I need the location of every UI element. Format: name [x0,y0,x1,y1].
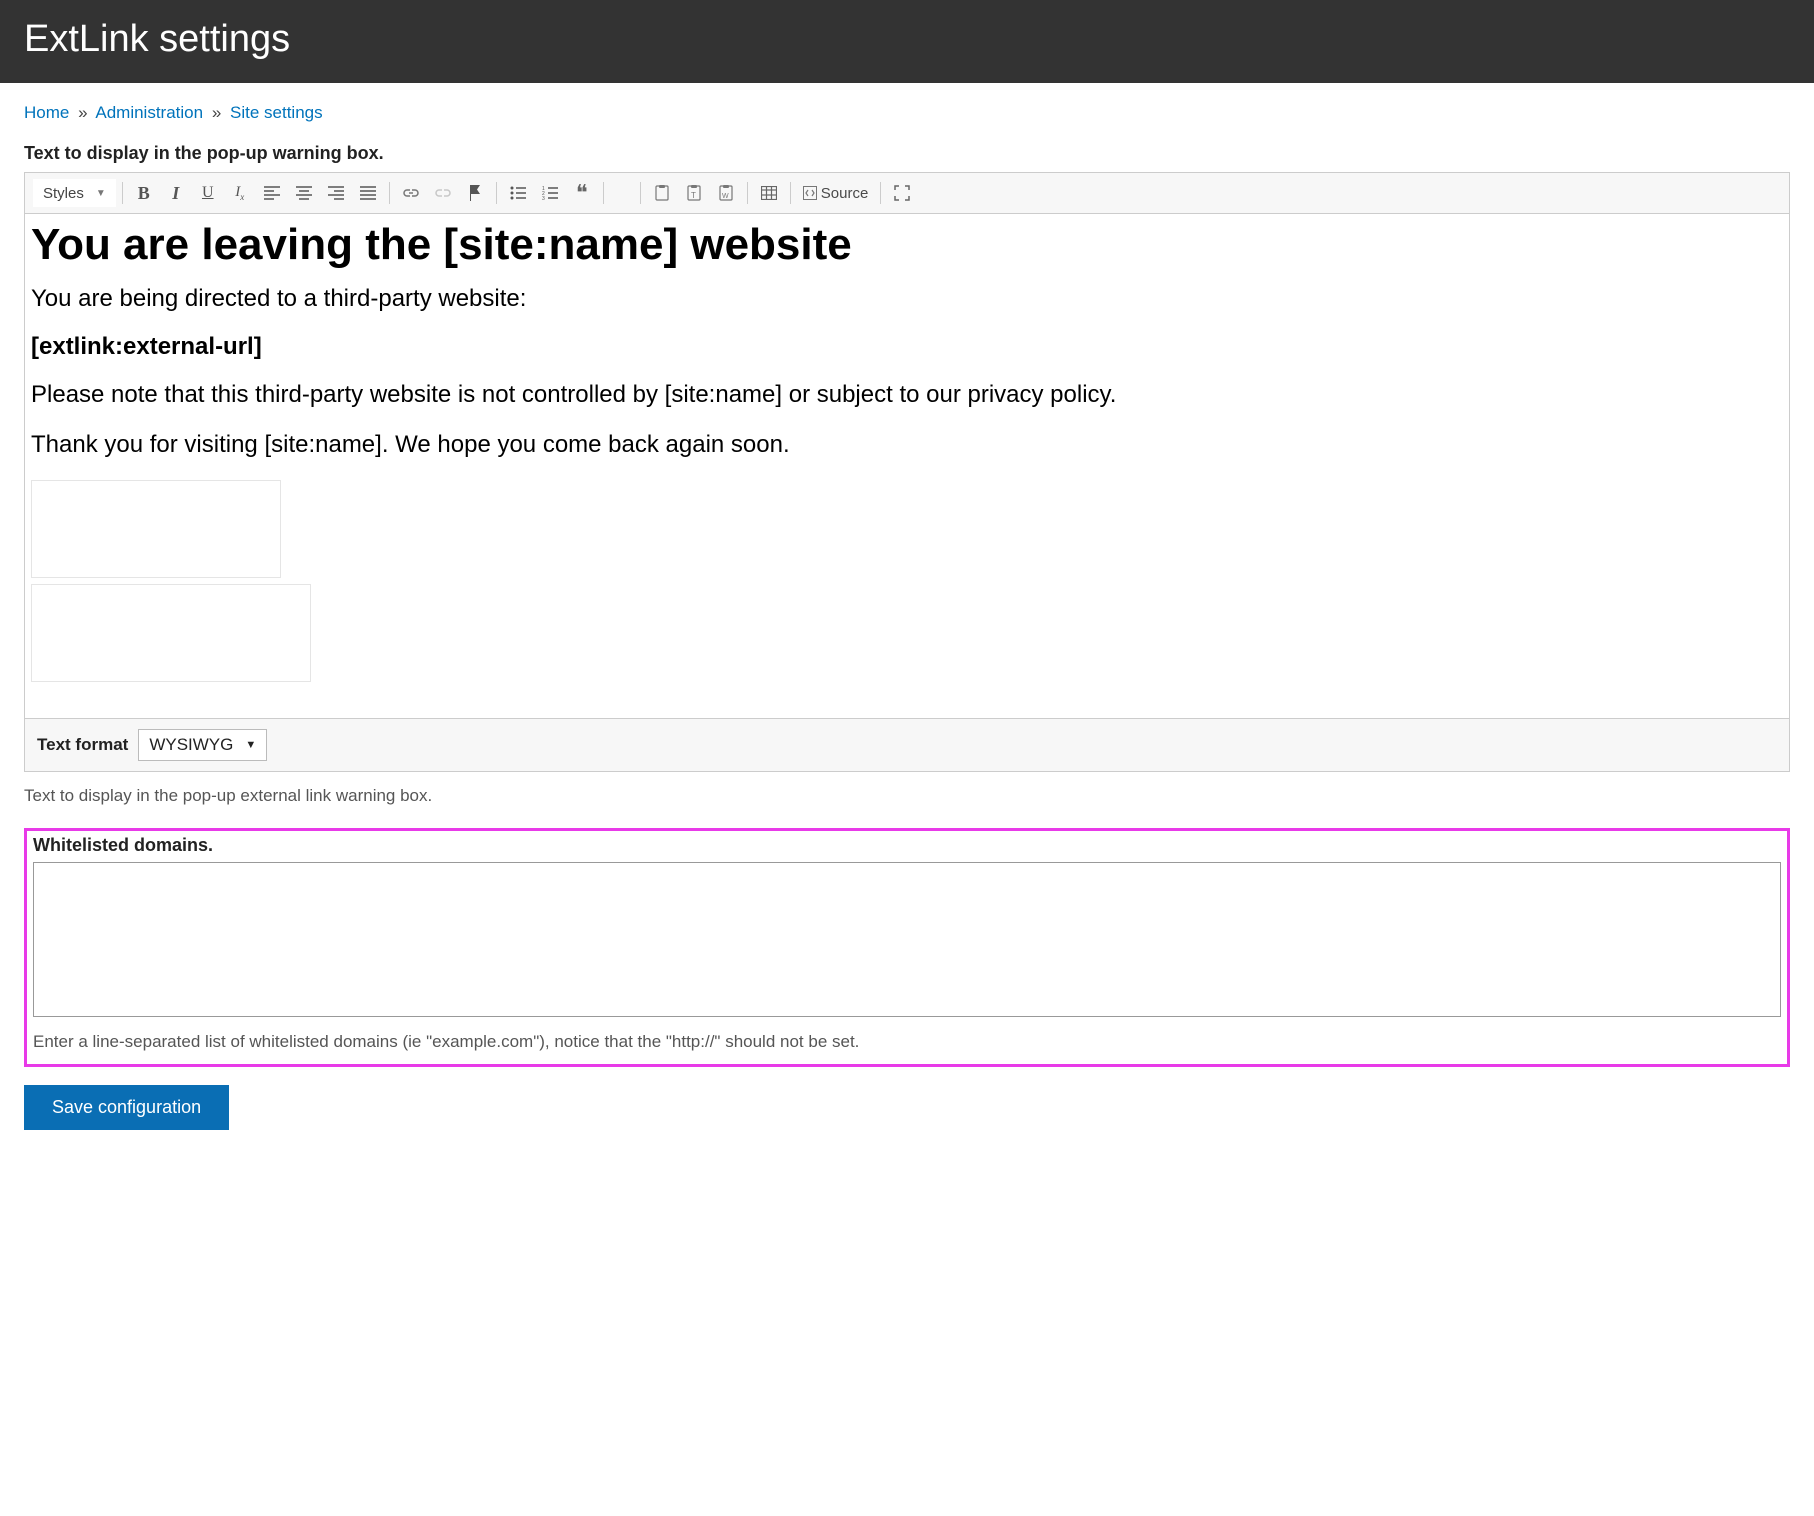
editor-placeholder-box [31,584,311,682]
editor-heading: You are leaving the [site:name] website [31,220,1783,271]
toolbar-separator [880,182,881,204]
breadcrumb-separator: » [78,103,87,122]
caret-down-icon: ▼ [96,188,106,199]
toolbar-separator [603,182,604,204]
flag-button[interactable] [460,179,490,207]
breadcrumb: Home » Administration » Site settings [24,103,1790,123]
styles-dropdown[interactable]: Styles ▼ [33,179,116,207]
wysiwyg-editor: Styles ▼ B I U Ix [24,172,1790,719]
editor-paragraph: Thank you for visiting [site:name]. We h… [31,429,1783,461]
paste-text-button[interactable]: T [679,179,709,207]
caret-down-icon: ▼ [245,739,256,751]
editor-paragraph: Please note that this third-party websit… [31,379,1783,411]
remove-format-button[interactable]: Ix [225,179,255,207]
italic-button[interactable]: I [161,179,191,207]
text-format-label: Text format [37,735,128,755]
source-label: Source [821,185,869,202]
editor-placeholder-box [31,480,281,578]
svg-text:W: W [722,193,729,200]
paste-button[interactable] [647,179,677,207]
popup-field-description: Text to display in the pop-up external l… [24,786,1790,806]
editor-token: [extlink:external-url] [31,333,1783,361]
numbered-list-button[interactable]: 123 [535,179,565,207]
breadcrumb-site-settings[interactable]: Site settings [230,103,323,122]
breadcrumb-separator: » [212,103,221,122]
breadcrumb-administration[interactable]: Administration [95,103,203,122]
toolbar-separator [389,182,390,204]
link-button[interactable] [396,179,426,207]
toolbar-separator [790,182,791,204]
text-format-selected: WYSIWYG [149,735,233,755]
bulleted-list-button[interactable] [503,179,533,207]
bold-button[interactable]: B [129,179,159,207]
whitelist-label: Whitelisted domains. [33,835,1781,856]
breadcrumb-home[interactable]: Home [24,103,69,122]
whitelist-section: Whitelisted domains. Enter a line-separa… [24,828,1790,1067]
svg-text:3: 3 [542,196,545,200]
unlink-button[interactable] [428,179,458,207]
align-left-button[interactable] [257,179,287,207]
source-button[interactable]: Source [797,179,875,207]
source-icon [803,186,817,200]
page-header: ExtLink settings [0,0,1814,83]
main-content: Home » Administration » Site settings Te… [0,83,1814,1150]
editor-content-area[interactable]: You are leaving the [site:name] website … [25,214,1789,718]
paste-word-button[interactable]: W [711,179,741,207]
align-right-button[interactable] [321,179,351,207]
save-configuration-button[interactable]: Save configuration [24,1085,229,1130]
toolbar-separator [747,182,748,204]
svg-text:T: T [691,191,696,200]
editor-toolbar: Styles ▼ B I U Ix [25,173,1789,214]
text-format-select[interactable]: WYSIWYG ▼ [138,729,267,761]
toolbar-separator [496,182,497,204]
table-button[interactable] [754,179,784,207]
underline-button[interactable]: U [193,179,223,207]
maximize-button[interactable] [887,179,917,207]
text-format-bar: Text format WYSIWYG ▼ [24,719,1790,772]
whitelist-textarea[interactable] [33,862,1781,1017]
styles-label: Styles [43,185,84,202]
page-title: ExtLink settings [24,18,1790,61]
popup-text-label: Text to display in the pop-up warning bo… [24,143,1790,164]
toolbar-separator [122,182,123,204]
whitelist-description: Enter a line-separated list of whitelist… [33,1032,1781,1052]
align-center-button[interactable] [289,179,319,207]
align-justify-button[interactable] [353,179,383,207]
editor-paragraph: You are being directed to a third-party … [31,283,1783,315]
toolbar-separator [640,182,641,204]
blockquote-button[interactable]: ❝ [567,179,597,207]
